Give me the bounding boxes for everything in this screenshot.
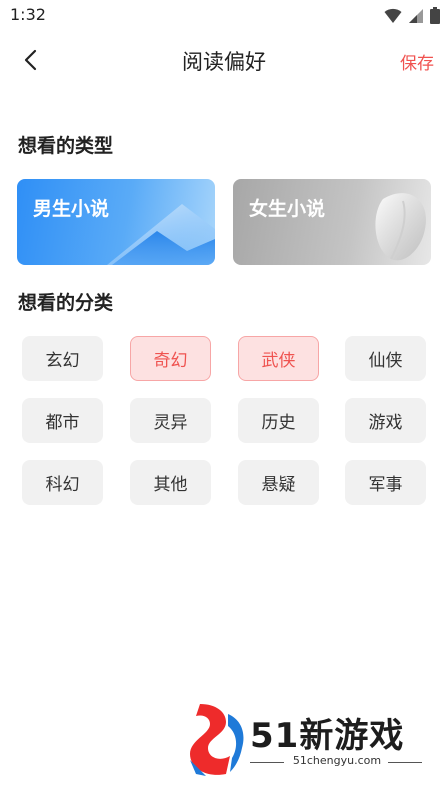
save-button[interactable]: 保存 <box>400 49 434 74</box>
tag-4[interactable]: 都市 <box>22 398 103 443</box>
mountain-decoration <box>107 204 215 265</box>
signal-icon <box>409 8 423 23</box>
tag-6[interactable]: 历史 <box>238 398 319 443</box>
tag-11[interactable]: 军事 <box>345 460 426 505</box>
watermark: 51新游戏 51chengyu.com <box>186 700 426 780</box>
tag-2[interactable]: 武侠 <box>238 336 319 381</box>
status-icons <box>384 7 440 24</box>
watermark-brand: 51新游戏 <box>250 716 405 756</box>
tag-5[interactable]: 灵异 <box>130 398 211 443</box>
wifi-icon <box>384 8 402 23</box>
watermark-logo <box>190 704 244 776</box>
type-card-female-label: 女生小说 <box>249 198 326 220</box>
type-card-male-label: 男生小说 <box>33 198 110 220</box>
tag-3[interactable]: 仙侠 <box>345 336 426 381</box>
tag-0[interactable]: 玄幻 <box>22 336 103 381</box>
abstract-shape-decoration <box>375 193 426 261</box>
category-section-title: 想看的分类 <box>18 292 114 314</box>
watermark-line-right <box>388 762 422 763</box>
tag-8[interactable]: 科幻 <box>22 460 103 505</box>
nav-bar: 阅读偏好 保存 <box>0 36 448 84</box>
type-card-male[interactable]: 男生小说 <box>17 179 215 265</box>
type-card-female[interactable]: 女生小说 <box>233 179 431 265</box>
tag-9[interactable]: 其他 <box>130 460 211 505</box>
tag-10[interactable]: 悬疑 <box>238 460 319 505</box>
type-section-title: 想看的类型 <box>18 135 114 157</box>
status-time: 1:32 <box>10 5 46 24</box>
tag-1[interactable]: 奇幻 <box>130 336 211 381</box>
tag-7[interactable]: 游戏 <box>345 398 426 443</box>
battery-icon <box>430 7 440 24</box>
watermark-url: 51chengyu.com <box>292 754 382 767</box>
status-bar: 1:32 <box>0 0 448 32</box>
page-title: 阅读偏好 <box>182 50 266 74</box>
